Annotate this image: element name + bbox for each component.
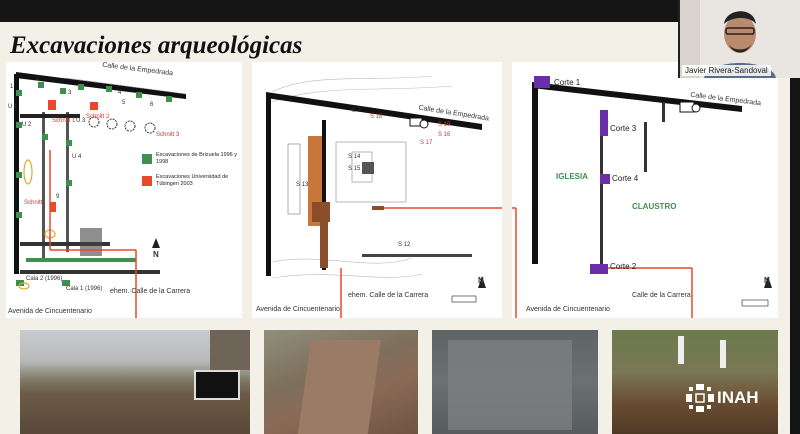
legend-item-brizuela: Excavaciones de Brizuela 1996 y 1998 (142, 152, 242, 174)
map1-schnitt-label: Schnitt 3 (156, 132, 180, 138)
inah-logo: INAH (686, 384, 759, 412)
map1-number: 6 (150, 102, 154, 108)
north-arrow-icon: N (478, 276, 484, 285)
map-panel-tubingen: Calle de la Empedrada ehem. Calle de la … (252, 62, 502, 318)
photo-post (720, 340, 726, 368)
photo-floor (448, 340, 572, 430)
map1-number: 1 (10, 84, 14, 90)
map1-schnitt-label: Schnitt (24, 200, 43, 206)
corte-label: Corte 1 (554, 78, 581, 87)
webcam-feed: Javier Rivera-Sandoval (678, 0, 800, 78)
legend-label: Excavaciones de Brizuela 1996 y 1998 (156, 152, 238, 165)
inah-emblem-icon (686, 384, 714, 412)
photo-sign (194, 370, 240, 400)
map1-unit-label: U 3 (76, 118, 86, 124)
claustro-label: CLAUSTRO (632, 202, 677, 211)
map1-unit-label: U 2 (22, 122, 32, 128)
iglesia-label: IGLESIA (556, 172, 589, 181)
north-arrow-icon: N (153, 250, 159, 259)
map3-street-bottom: Calle de la Carrera (632, 292, 691, 299)
map-panel-brizuela: Calle de la Empedrada ehem. Calle de la … (6, 62, 242, 318)
north-arrow-icon: N (764, 276, 770, 285)
map2-s-label: S 19 (438, 122, 451, 128)
map2-s-label: S 14 (348, 154, 361, 160)
map1-schnitt-label: Schnitt 1 (52, 118, 76, 124)
participant-name: Javier Rivera-Sandoval (682, 65, 771, 76)
photo-path (296, 340, 382, 434)
map2-s-label: S 7 (352, 108, 362, 114)
excavation-photo-1 (20, 330, 250, 434)
map1-cala-label: Cala 2 (1996) (26, 276, 63, 282)
legend-item-tubingen: Excavaciones Universidad de Tübingen 200… (142, 174, 242, 196)
presentation-slide: Excavaciones arqueológicas Calle de la E… (0, 22, 790, 434)
map1-number: 3 (68, 90, 72, 96)
map1-avenue: Avenida de Cincuentenario (8, 308, 92, 315)
legend-label: Excavaciones Universidad de Tübingen 200… (156, 174, 229, 187)
map2-s-label: S 17 (420, 140, 433, 146)
map1-number: 4 (118, 90, 122, 96)
corte-label: Corte 4 (612, 174, 639, 183)
legend-swatch (142, 154, 152, 164)
map2-s-label: S 12 (398, 242, 411, 248)
map1-cala-label: Cala 1 (1996) (66, 286, 103, 292)
map1-number: 5 (122, 100, 126, 106)
photo-post (678, 336, 684, 364)
map2-s-label: S 13 (296, 182, 309, 188)
corte-label: Corte 2 (610, 262, 637, 271)
map1-street-bottom: ehem. Calle de la Carrera (110, 288, 191, 295)
excavation-photo-2 (264, 330, 418, 434)
map2-street-bottom: ehem. Calle de la Carrera (348, 292, 429, 299)
logo-text: INAH (717, 388, 759, 407)
map1-legend: Excavaciones de Brizuela 1996 y 1998 Exc… (142, 152, 242, 196)
map1-schnitt-label: Schnitt 2 (86, 114, 110, 120)
legend-swatch (142, 176, 152, 186)
map-panel-cortes: Calle de la Empedrada Calle de la Carrer… (512, 62, 778, 318)
photo-wall (210, 330, 250, 370)
map2-s-label: S 18 (370, 114, 383, 120)
map1-unit-label: U 4 (72, 154, 82, 160)
map1-unit-label: U 1 (8, 104, 18, 110)
map2-s-label: S 15 (348, 166, 361, 172)
map-drawing-2 (266, 75, 502, 318)
map3-avenue: Avenida de Cincuentenario (526, 306, 610, 313)
excavation-photo-3 (432, 330, 598, 434)
corte-label: Corte 3 (610, 124, 637, 133)
map2-avenue: Avenida de Cincuentenario (256, 306, 340, 313)
excavation-photo-4 (612, 330, 778, 434)
map1-number: 9 (56, 194, 60, 200)
slide-title: Excavaciones arqueológicas (10, 32, 303, 59)
map2-s-label: S 16 (438, 132, 451, 138)
map1-number: 2 (36, 76, 40, 82)
